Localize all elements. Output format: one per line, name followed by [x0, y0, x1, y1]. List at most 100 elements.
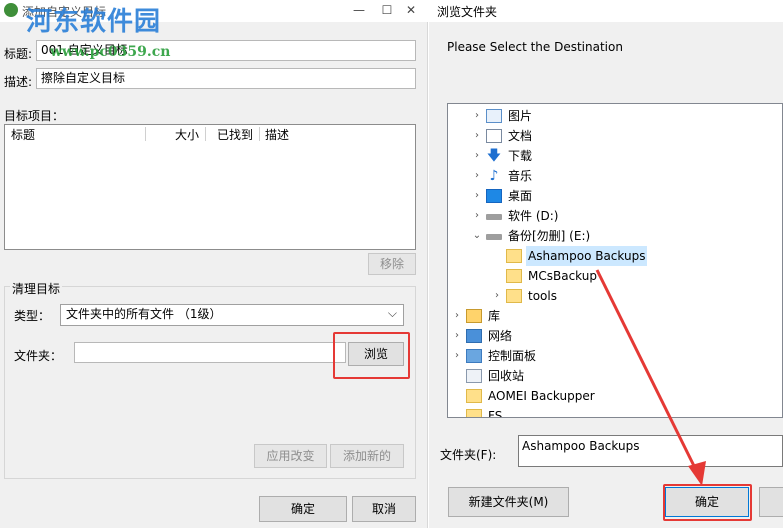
tree-item-label: Ashampoo Backups [526, 246, 648, 266]
tree-item[interactable]: › 软件 (D:) [448, 206, 782, 226]
target-items-list[interactable]: 标题 大小 已找到 描述 [4, 124, 416, 250]
description-label: 描述: [4, 75, 33, 89]
tree-item[interactable]: FS [448, 406, 782, 418]
chevron-down-icon: ⌵ [387, 306, 397, 320]
type-select-value: 文件夹中的所有文件 （1级） [66, 307, 222, 321]
chevron-right-icon[interactable]: › [472, 206, 482, 226]
folder-label: 文件夹： [14, 349, 63, 363]
ok-button[interactable]: 确定 [259, 496, 347, 522]
tree-item[interactable]: › 桌面 [448, 186, 782, 206]
target-items-label: 目标项目： [4, 109, 65, 123]
chevron-right-icon[interactable]: › [452, 346, 462, 366]
tree-item-label: 库 [488, 309, 501, 323]
tree-item[interactable]: › 控制面板 [448, 346, 782, 366]
folder-icon [506, 269, 522, 283]
tree-item-label: FS [488, 409, 503, 418]
tree-item[interactable]: 回收站 [448, 366, 782, 386]
app-icon [4, 3, 18, 17]
folder-icon [506, 249, 522, 263]
folder-tree[interactable]: › 图片 › 文档 › 🡇 下载 › ♪ 音乐 › 桌面 › 软件 (D:) ⌄ 备份[勿删] (E:) Ash… [447, 103, 783, 418]
folder-icon [506, 289, 522, 303]
maximize-icon[interactable]: ☐ [378, 1, 396, 19]
chevron-right-icon[interactable]: › [472, 126, 482, 146]
tree-item-label: 网络 [488, 329, 513, 343]
tree-item[interactable]: › tools [448, 286, 782, 306]
minimize-icon[interactable]: — [350, 1, 368, 19]
recycle-bin-icon [466, 369, 482, 383]
folder-field-label: 文件夹(F): [440, 448, 497, 462]
tree-item-label: 文档 [508, 129, 533, 143]
folder-field-input[interactable]: Ashampoo Backups [518, 435, 783, 467]
tree-item-label: tools [528, 289, 557, 303]
instruction-text: Please Select the Destination [447, 40, 623, 54]
tree-item-label: 下载 [508, 149, 533, 163]
column-header-size[interactable]: 大小 [175, 126, 199, 143]
type-select[interactable]: 文件夹中的所有文件 （1级） ⌵ [60, 304, 404, 326]
tree-item-label: 软件 (D:) [508, 209, 559, 223]
cancel-button[interactable]: 取消 [352, 496, 416, 522]
new-folder-button[interactable]: 新建文件夹(M) [448, 487, 569, 517]
folder-icon [466, 389, 482, 403]
tree-item[interactable]: Ashampoo Backups [448, 246, 782, 266]
tree-item[interactable]: MCsBackup [448, 266, 782, 286]
library-icon [466, 309, 482, 323]
highlight-box [333, 332, 410, 379]
title-bar: 浏览文件夹 [429, 0, 783, 22]
window-title: 浏览文件夹 [437, 5, 498, 19]
watermark-text: 河东软件园 [26, 7, 162, 37]
add-new-button[interactable]: 添加新的 [330, 444, 404, 468]
tree-item[interactable]: › 🡇 下载 [448, 146, 782, 166]
description-input[interactable]: 擦除自定义目标 [36, 68, 416, 89]
tree-item[interactable]: › 图片 [448, 106, 782, 126]
highlight-box [663, 484, 752, 521]
desktop-icon [486, 189, 502, 203]
chevron-right-icon[interactable]: › [472, 106, 482, 126]
tree-item-label: 回收站 [488, 369, 525, 383]
drive-icon [486, 214, 502, 220]
tree-item[interactable]: › 库 [448, 306, 782, 326]
tree-item[interactable]: AOMEI Backupper [448, 386, 782, 406]
tree-item-label: 图片 [508, 109, 533, 123]
tree-item[interactable]: › 文档 [448, 126, 782, 146]
apply-changes-button[interactable]: 应用改变 [254, 444, 327, 468]
drive-icon [486, 234, 502, 240]
clean-target-group-title: 清理目标 [10, 280, 63, 297]
watermark-url: www.pc0359.cn [50, 44, 171, 60]
chevron-down-icon[interactable]: ⌄ [472, 226, 482, 246]
custom-target-dialog: 添加自定义目标 — ☐ ✕ 标题: 001 自定义目标 描述: 擦除自定义目标 … [0, 0, 428, 528]
browse-folder-dialog: 浏览文件夹 Please Select the Destination › 图片 ›… [429, 0, 783, 528]
folder-icon [466, 409, 482, 417]
chevron-right-icon[interactable]: › [472, 186, 482, 206]
network-icon [466, 329, 482, 343]
tree-item-label: 音乐 [508, 169, 533, 183]
music-icon: ♪ [486, 169, 502, 183]
tree-item-label: AOMEI Backupper [488, 389, 595, 403]
folder-path-input[interactable] [74, 342, 346, 363]
control-panel-icon [466, 349, 482, 363]
tree-item[interactable]: ⌄ 备份[勿删] (E:) [448, 226, 782, 246]
remove-button[interactable]: 移除 [368, 253, 416, 275]
column-header-title[interactable]: 标题 [11, 126, 35, 143]
chevron-right-icon[interactable]: › [492, 286, 502, 306]
column-divider [205, 127, 206, 141]
cancel-button-partial[interactable] [759, 487, 783, 517]
title-label: 标题: [4, 47, 33, 61]
column-divider [259, 127, 260, 141]
close-icon[interactable]: ✕ [402, 1, 420, 19]
tree-item[interactable]: › 网络 [448, 326, 782, 346]
chevron-right-icon[interactable]: › [472, 146, 482, 166]
download-icon: 🡇 [486, 148, 502, 164]
chevron-right-icon[interactable]: › [452, 326, 462, 346]
pictures-icon [486, 109, 502, 123]
column-divider [145, 127, 146, 141]
column-header-found[interactable]: 已找到 [217, 126, 253, 143]
tree-item[interactable]: › ♪ 音乐 [448, 166, 782, 186]
column-header-description[interactable]: 描述 [265, 126, 289, 143]
tree-item-label: 备份[勿删] (E:) [508, 229, 591, 243]
chevron-right-icon[interactable]: › [472, 166, 482, 186]
documents-icon [486, 129, 502, 143]
type-label: 类型： [14, 309, 51, 323]
tree-item-label: 控制面板 [488, 349, 537, 363]
tree-item-label: 桌面 [508, 189, 533, 203]
chevron-right-icon[interactable]: › [452, 306, 462, 326]
